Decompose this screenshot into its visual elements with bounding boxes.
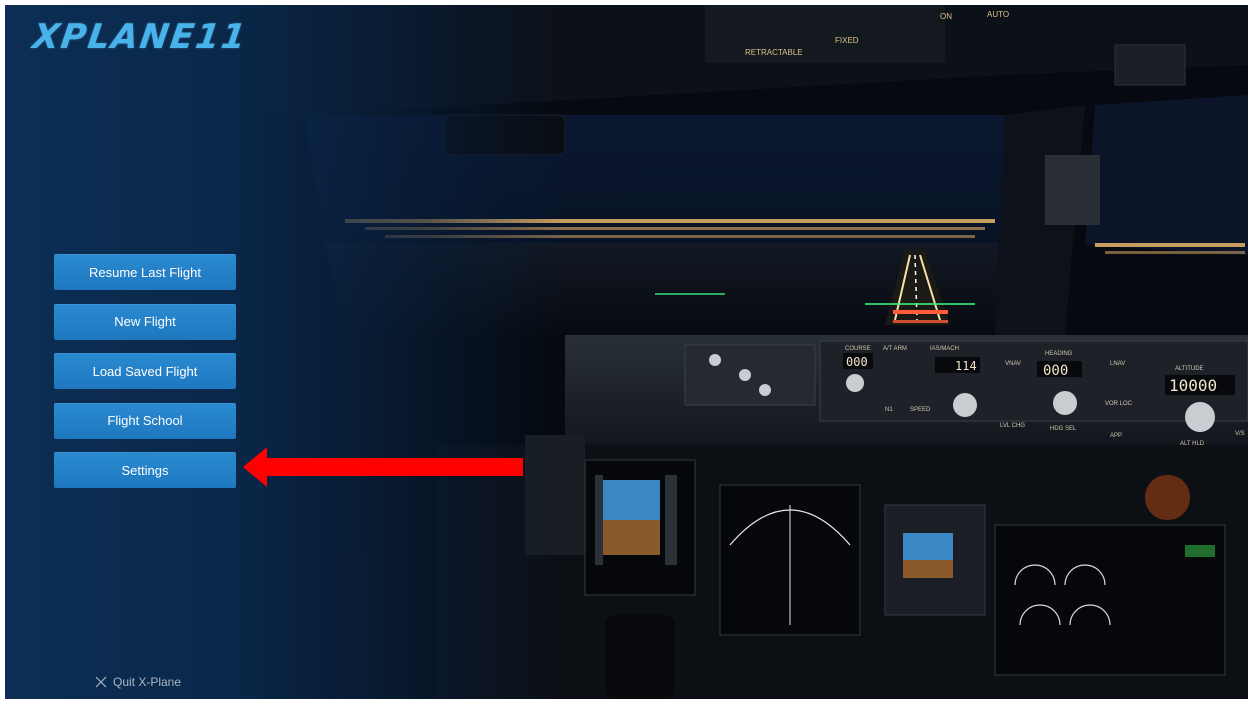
red-arrow-annotation (243, 447, 523, 487)
svg-text:FIXED: FIXED (835, 36, 859, 45)
svg-text:COURSE: COURSE (845, 346, 871, 352)
quit-label: Quit X-Plane (113, 675, 182, 689)
svg-text:10000: 10000 (1169, 376, 1217, 395)
resume-last-flight-button[interactable]: Resume Last Flight (54, 254, 236, 290)
svg-text:AUTO: AUTO (987, 10, 1009, 19)
svg-text:LNAV: LNAV (1110, 361, 1125, 367)
main-menu: Resume Last Flight New Flight Load Saved… (54, 254, 236, 502)
svg-text:ON: ON (940, 12, 952, 21)
quit-xplane-link[interactable]: Quit X-Plane (95, 675, 181, 689)
svg-text:VOR LOC: VOR LOC (1105, 401, 1133, 407)
load-saved-flight-button[interactable]: Load Saved Flight (54, 353, 236, 389)
svg-text:APP: APP (1110, 433, 1122, 439)
flight-school-button[interactable]: Flight School (54, 402, 236, 439)
settings-button[interactable]: Settings (54, 452, 236, 488)
svg-text:HEADING: HEADING (1045, 351, 1073, 357)
svg-text:SPEED: SPEED (910, 407, 931, 413)
close-icon (95, 676, 107, 688)
svg-text:LVL CHG: LVL CHG (1000, 423, 1025, 429)
svg-text:N1: N1 (885, 407, 893, 413)
svg-text:HDG SEL: HDG SEL (1050, 426, 1077, 432)
xplane-logo: XPLANE11 (30, 17, 250, 57)
svg-text:A/T ARM: A/T ARM (883, 346, 907, 352)
svg-text:114: 114 (955, 359, 977, 373)
svg-text:RETRACTABLE: RETRACTABLE (745, 48, 803, 57)
svg-text:VNAV: VNAV (1005, 361, 1021, 367)
new-flight-button[interactable]: New Flight (54, 303, 236, 340)
svg-text:ALTITUDE: ALTITUDE (1175, 366, 1204, 372)
svg-text:IAS/MACH: IAS/MACH (930, 346, 959, 352)
xplane-main-menu-screen: RETRACTABLE FIXED ON AUTO COURSE A/T ARM… (5, 5, 1248, 699)
svg-text:V/S: V/S (1235, 431, 1245, 437)
svg-text:000: 000 (1043, 363, 1068, 379)
svg-text:000: 000 (846, 355, 868, 369)
